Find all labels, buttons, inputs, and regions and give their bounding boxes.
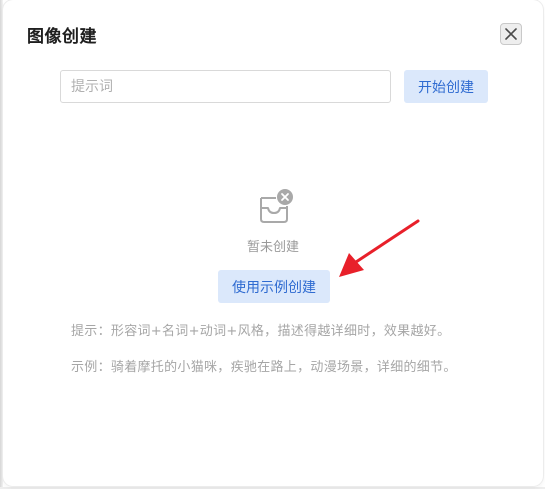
use-example-button[interactable]: 使用示例创建 [218,270,330,303]
empty-inbox-icon [260,189,293,223]
example-text: 示例：骑着摩托的小猫咪，疾驰在路上，动漫场景，详细的细节。 [71,360,457,375]
image-create-dialog: 图像创建 开始创建 暂未创建 使用示例创建 提示：形容词+名词+动词+风格，描述… [3,0,543,486]
close-icon [505,28,517,40]
hint-text: 提示：形容词+名词+动词+风格，描述得越详细时，效果越好。 [71,324,451,339]
empty-state-text: 暂未创建 [246,240,299,255]
prompt-input[interactable] [60,70,391,103]
close-button[interactable] [500,23,522,45]
start-create-button[interactable]: 开始创建 [404,70,488,103]
dialog-title: 图像创建 [27,27,97,47]
